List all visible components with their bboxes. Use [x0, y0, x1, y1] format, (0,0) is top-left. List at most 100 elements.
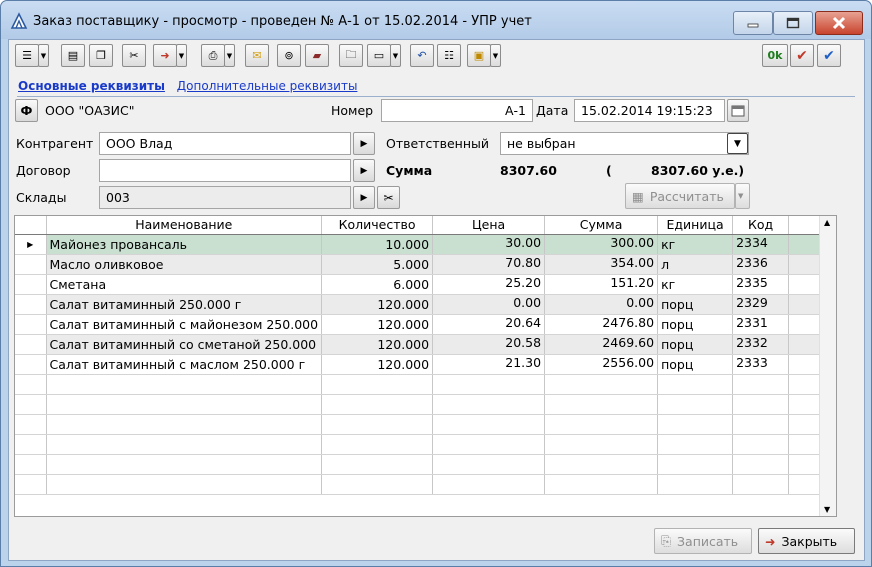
- cell-price[interactable]: 20.64: [432, 314, 546, 335]
- cell-code[interactable]: [732, 414, 790, 435]
- table-row[interactable]: Салат витаминный с майонезом 250.000 120.…: [15, 314, 836, 335]
- cell-code[interactable]: [732, 454, 790, 475]
- table-row[interactable]: Сметана 6.000 25.20 151.20 кг 2335: [15, 274, 836, 295]
- cell-code[interactable]: 2333: [732, 354, 790, 375]
- cell-name[interactable]: [46, 454, 323, 475]
- check-blue-button[interactable]: ✔: [817, 44, 841, 67]
- cell-name[interactable]: [46, 434, 323, 455]
- cell-name[interactable]: Салат витаминный с маслом 250.000 г: [46, 354, 323, 375]
- save-button[interactable]: ⎘ Записать: [654, 528, 752, 554]
- folder-button[interactable]: 🗀: [339, 44, 363, 67]
- cell-price[interactable]: 70.80: [432, 254, 546, 275]
- cell-price[interactable]: [432, 434, 546, 455]
- cell-sum[interactable]: [544, 434, 659, 455]
- column-header-code[interactable]: Код: [732, 216, 790, 235]
- cell-code[interactable]: [732, 374, 790, 395]
- cell-qty[interactable]: 120.000: [321, 294, 434, 315]
- briefcase-dropdown[interactable]: ▼: [490, 44, 501, 67]
- vertical-scrollbar[interactable]: ▲ ▼: [819, 216, 836, 516]
- cell-name[interactable]: Масло оливковое: [46, 254, 323, 275]
- cell-sum[interactable]: 300.00: [544, 234, 659, 255]
- cell-unit[interactable]: [657, 374, 734, 395]
- cell-code[interactable]: 2332: [732, 334, 790, 355]
- cell-unit[interactable]: порц: [657, 314, 734, 335]
- calendar-button[interactable]: [727, 99, 749, 122]
- delete-button[interactable]: ✂: [122, 44, 146, 67]
- tab-additional[interactable]: Дополнительные реквизиты: [177, 79, 358, 93]
- envelope-image-button[interactable]: ✉: [245, 44, 269, 67]
- cell-sum[interactable]: 2469.60: [544, 334, 659, 355]
- cell-qty[interactable]: 120.000: [321, 354, 434, 375]
- cell-name[interactable]: [46, 414, 323, 435]
- table-row[interactable]: Салат витаминный со сметаной 250.000 120.…: [15, 334, 836, 355]
- column-header-qty[interactable]: Количество: [321, 216, 434, 235]
- print-button[interactable]: ⎙: [201, 44, 225, 67]
- column-header-sum[interactable]: Сумма: [544, 216, 659, 235]
- cell-code[interactable]: 2329: [732, 294, 790, 315]
- cell-sum[interactable]: 2476.80: [544, 314, 659, 335]
- warehouse-field[interactable]: 003: [99, 186, 351, 209]
- cell-name[interactable]: Салат витаминный со сметаной 250.000: [46, 334, 323, 355]
- cell-unit[interactable]: [657, 414, 734, 435]
- contract-select-button[interactable]: ▶: [353, 159, 375, 182]
- cell-price[interactable]: 21.30: [432, 354, 546, 375]
- table-row-empty[interactable]: [15, 454, 836, 475]
- cell-code[interactable]: [732, 434, 790, 455]
- copy-button[interactable]: ❐: [89, 44, 113, 67]
- briefcase-button[interactable]: ▣: [467, 44, 491, 67]
- cell-qty[interactable]: 120.000: [321, 314, 434, 335]
- scroll-up-icon[interactable]: ▲: [824, 218, 830, 227]
- cell-sum[interactable]: 151.20: [544, 274, 659, 295]
- cell-price[interactable]: 30.00: [432, 234, 546, 255]
- cell-unit[interactable]: порц: [657, 294, 734, 315]
- cell-unit[interactable]: порц: [657, 354, 734, 375]
- table-row-empty[interactable]: [15, 414, 836, 435]
- column-header-unit[interactable]: Единица: [657, 216, 734, 235]
- warehouse-clear-button[interactable]: ✂: [377, 186, 400, 209]
- book-button[interactable]: ▰: [305, 44, 329, 67]
- cell-sum[interactable]: 2556.00: [544, 354, 659, 375]
- cell-qty[interactable]: [321, 434, 434, 455]
- cell-unit[interactable]: [657, 434, 734, 455]
- cell-sum[interactable]: [544, 414, 659, 435]
- cell-unit[interactable]: кг: [657, 274, 734, 295]
- cell-qty[interactable]: [321, 394, 434, 415]
- contractor-select-button[interactable]: ▶: [353, 132, 375, 155]
- table-row[interactable]: Салат витаминный 250.000 г 120.000 0.00 0.0…: [15, 294, 836, 315]
- responsible-dropdown[interactable]: ▼: [727, 133, 748, 154]
- cell-qty[interactable]: [321, 474, 434, 495]
- cell-unit[interactable]: порц: [657, 334, 734, 355]
- cell-sum[interactable]: 0.00: [544, 294, 659, 315]
- cell-qty[interactable]: 5.000: [321, 254, 434, 275]
- table-row[interactable]: Салат витаминный с маслом 250.000 г 120.0…: [15, 354, 836, 375]
- date-field[interactable]: 15.02.2014 19:15:23: [574, 99, 725, 122]
- firm-button[interactable]: Ф: [15, 99, 38, 122]
- cell-qty[interactable]: [321, 414, 434, 435]
- cell-unit[interactable]: [657, 474, 734, 495]
- document-arrow-button[interactable]: ➜: [153, 44, 177, 67]
- cell-price[interactable]: [432, 374, 546, 395]
- items-table[interactable]: Наименование Количество Цена Сумма Едини…: [14, 215, 837, 517]
- table-row[interactable]: Масло оливковое 5.000 70.80 354.00 л 2336: [15, 254, 836, 275]
- title-bar[interactable]: Заказ поставщику - просмотр - проведен №…: [1, 1, 871, 39]
- cell-name[interactable]: [46, 474, 323, 495]
- cell-code[interactable]: 2331: [732, 314, 790, 335]
- cell-name[interactable]: Салат витаминный с майонезом 250.000: [46, 314, 323, 335]
- cell-code[interactable]: 2336: [732, 254, 790, 275]
- tab-main[interactable]: Основные реквизиты: [18, 79, 165, 93]
- list-menu-dropdown[interactable]: ▼: [38, 44, 49, 67]
- cell-price[interactable]: 25.20: [432, 274, 546, 295]
- cell-sum[interactable]: [544, 474, 659, 495]
- table-row-empty[interactable]: [15, 394, 836, 415]
- cell-sum[interactable]: [544, 394, 659, 415]
- form-button[interactable]: ▤: [61, 44, 85, 67]
- close-window-button[interactable]: [815, 11, 863, 35]
- list-menu-button[interactable]: ☰: [15, 44, 39, 67]
- cell-price[interactable]: [432, 394, 546, 415]
- table-row-empty[interactable]: [15, 374, 836, 395]
- maximize-button[interactable]: [773, 11, 813, 35]
- responsible-select[interactable]: не выбран: [500, 132, 749, 155]
- scan-button[interactable]: ⊚: [277, 44, 301, 67]
- calculate-dropdown[interactable]: ▼: [735, 183, 750, 209]
- structure-button[interactable]: ☷: [437, 44, 461, 67]
